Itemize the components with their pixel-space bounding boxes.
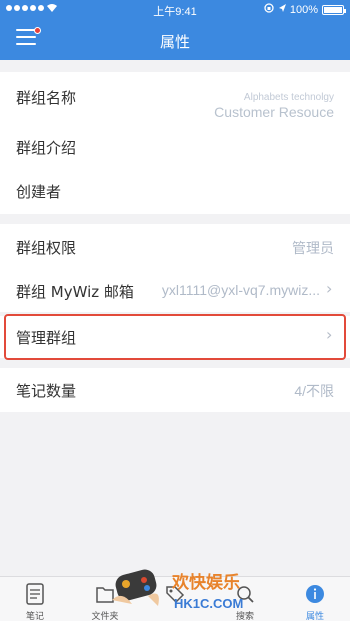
watermark-domain: HK1C.COM (174, 596, 243, 611)
chevron-right-icon: › (326, 279, 333, 298)
watermark-title: 欢快娱乐 (171, 572, 240, 593)
creator-label: 创建者 (16, 183, 62, 201)
info-icon (305, 583, 325, 605)
permission-group: 群组权限 管理员 群组 MyWiz 邮箱 yxl1111@yxl-vq7.myw… (0, 224, 350, 312)
group-name-subtitle: Alphabets technolgy (243, 92, 334, 103)
notes-group: 笔记数量 4/不限 (0, 368, 350, 412)
permission-value: 管理员 (292, 240, 334, 256)
tab-properties[interactable]: 属性 (280, 577, 350, 621)
battery-fill (324, 6, 342, 13)
group-name-text: Customer Resouce (214, 104, 334, 120)
notes-label: 笔记数量 (16, 382, 77, 400)
watermark-logo: 欢快娱乐 HK1C.COM (92, 560, 262, 620)
status-bar: 上午9:41 100% (0, 0, 350, 20)
notes-row: 笔记数量 4/不限 (0, 367, 350, 413)
tab-notes-label: 笔记 (25, 611, 44, 621)
email-value: yxl1111@yxl-vq7.mywiz... (161, 282, 320, 298)
battery-icon (322, 4, 346, 15)
group-intro-row[interactable]: 群组介绍 (0, 124, 350, 170)
orientation-lock-icon (264, 3, 274, 16)
nav-bar: 属性 (0, 20, 350, 60)
page-title: 属性 (159, 34, 190, 51)
tab-notes[interactable]: 笔记 (0, 577, 70, 621)
note-icon (25, 583, 45, 605)
notes-value: 4/不限 (294, 383, 334, 399)
manage-group-row[interactable]: 管理群组 › (0, 314, 350, 360)
location-icon (278, 3, 286, 16)
permission-label: 群组权限 (16, 239, 77, 257)
battery-percent: 100% (289, 3, 318, 16)
permission-row[interactable]: 群组权限 管理员 (0, 224, 350, 270)
tab-properties-label: 属性 (305, 611, 324, 621)
group-name-value: Alphabets technolgy Customer Resouce (214, 92, 334, 120)
email-label: 群组 MyWiz 邮箱 (16, 283, 134, 301)
chevron-right-icon: › (326, 325, 333, 344)
manage-group-label: 管理群组 (16, 329, 77, 347)
manage-group: 管理群组 › (0, 316, 350, 358)
group-name-label: 群组名称 (16, 89, 77, 107)
group-intro-label: 群组介绍 (16, 139, 77, 157)
email-row[interactable]: 群组 MyWiz 邮箱 yxl1111@yxl-vq7.mywiz... › (0, 268, 350, 314)
creator-row[interactable]: 创建者 (0, 168, 350, 214)
